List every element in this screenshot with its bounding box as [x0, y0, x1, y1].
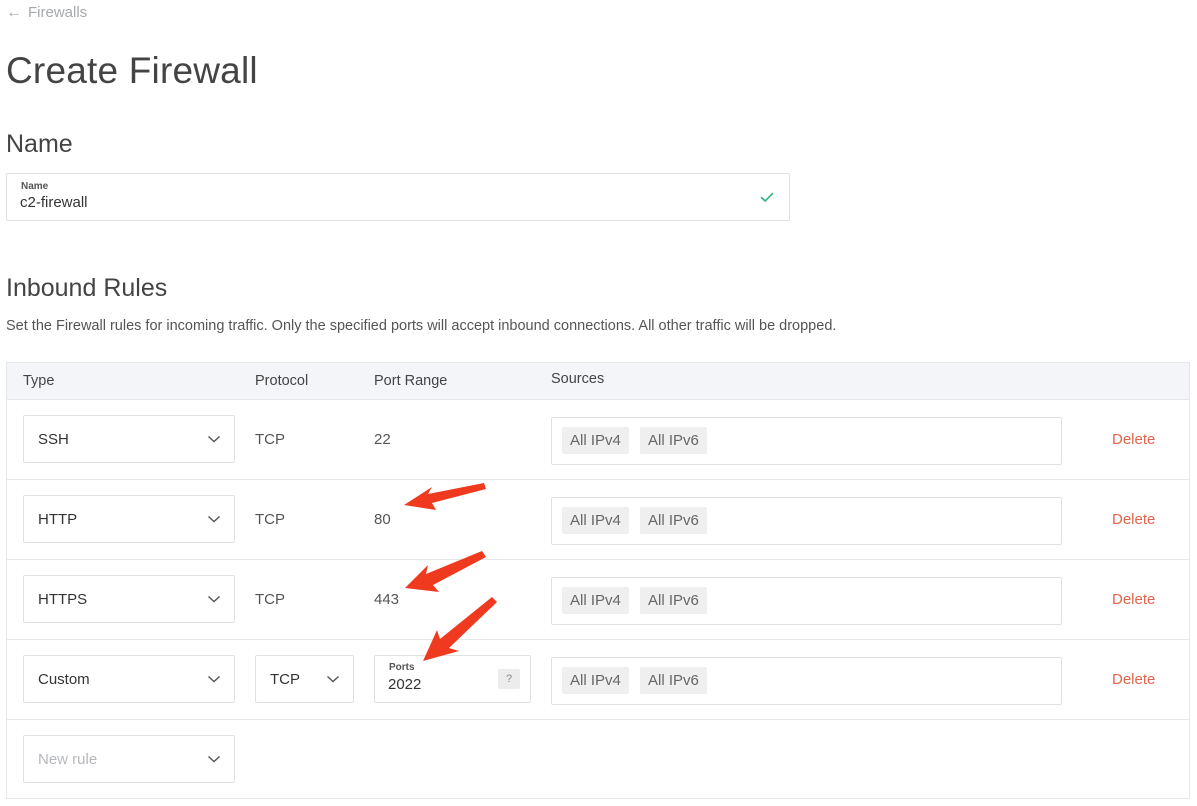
source-tag-ipv4[interactable]: All IPv4 [562, 427, 629, 454]
table-header: Type Protocol Port Range Sources [7, 363, 1189, 400]
source-tag-ipv4[interactable]: All IPv4 [562, 667, 629, 694]
rule-port-range: 80 [374, 511, 391, 528]
inbound-rules-description: Set the Firewall rules for incoming traf… [6, 318, 837, 334]
source-tag-ipv4[interactable]: All IPv4 [562, 587, 629, 614]
table-row: HTTPS TCP 443 All IPv4 All IPv6 Delete [7, 560, 1189, 640]
protocol-value: TCP [270, 671, 300, 688]
delete-rule-button[interactable]: Delete [1112, 671, 1155, 688]
source-tag-ipv6[interactable]: All IPv6 [640, 427, 707, 454]
rule-type-select[interactable]: HTTP [23, 495, 235, 543]
rule-protocol: TCP [255, 431, 285, 448]
new-rule-select[interactable]: New rule [23, 735, 235, 783]
rule-type-select[interactable]: HTTPS [23, 575, 235, 623]
rule-type-select[interactable]: Custom [23, 655, 235, 703]
inbound-rules-table: Type Protocol Port Range Sources SSH TCP… [6, 362, 1190, 799]
column-header-type: Type [23, 373, 55, 389]
rule-sources-field[interactable]: All IPv4 All IPv6 [551, 497, 1062, 545]
column-header-port-range: Port Range [374, 373, 448, 389]
rule-sources-field[interactable]: All IPv4 All IPv6 [551, 657, 1062, 705]
rule-type-value: Custom [38, 671, 90, 688]
back-to-firewalls-link[interactable]: ← Firewalls [6, 4, 87, 21]
delete-rule-button[interactable]: Delete [1112, 431, 1155, 448]
rule-type-value: SSH [38, 431, 69, 448]
source-tag-ipv6[interactable]: All IPv6 [640, 667, 707, 694]
help-icon[interactable]: ? [498, 669, 520, 689]
chevron-down-icon [208, 595, 220, 603]
chevron-down-icon [208, 515, 220, 523]
ports-field[interactable]: Ports ? [374, 655, 531, 703]
source-tag-ipv6[interactable]: All IPv6 [640, 507, 707, 534]
rule-port-range: 443 [374, 591, 400, 608]
table-row: HTTP TCP 80 All IPv4 All IPv6 Delete [7, 480, 1189, 560]
column-header-sources: Sources [551, 371, 605, 387]
ports-field-label: Ports [389, 662, 415, 673]
name-input[interactable] [20, 194, 720, 211]
protocol-select[interactable]: TCP [255, 655, 354, 703]
source-tag-ipv6[interactable]: All IPv6 [640, 587, 707, 614]
name-heading: Name [6, 130, 73, 158]
rule-port-range: 22 [374, 431, 391, 448]
rule-protocol: TCP [255, 511, 285, 528]
rule-type-value: HTTP [38, 511, 78, 528]
source-tag-ipv4[interactable]: All IPv4 [562, 507, 629, 534]
rule-type-select[interactable]: SSH [23, 415, 235, 463]
table-row: Custom TCP Ports ? All IPv4 All IPv6 Del… [7, 640, 1189, 720]
new-rule-row: New rule [7, 720, 1189, 800]
delete-rule-button[interactable]: Delete [1112, 511, 1155, 528]
chevron-down-icon [208, 755, 220, 763]
rule-sources-field[interactable]: All IPv4 All IPv6 [551, 417, 1062, 465]
delete-rule-button[interactable]: Delete [1112, 591, 1155, 608]
chevron-down-icon [208, 435, 220, 443]
ports-input[interactable] [388, 676, 488, 693]
rule-type-value: HTTPS [38, 591, 88, 608]
table-row: SSH TCP 22 All IPv4 All IPv6 Delete [7, 400, 1189, 480]
rule-protocol: TCP [255, 591, 285, 608]
back-link-label: Firewalls [28, 4, 88, 21]
chevron-down-icon [327, 675, 339, 683]
page-title: Create Firewall [6, 50, 258, 91]
arrow-left-icon: ← [6, 3, 22, 21]
name-field[interactable]: Name [6, 173, 790, 221]
chevron-down-icon [208, 675, 220, 683]
check-icon [760, 192, 774, 202]
new-rule-placeholder: New rule [38, 751, 98, 768]
inbound-rules-heading: Inbound Rules [6, 274, 168, 302]
name-field-label: Name [21, 181, 49, 192]
column-header-protocol: Protocol [255, 373, 309, 389]
rule-sources-field[interactable]: All IPv4 All IPv6 [551, 577, 1062, 625]
